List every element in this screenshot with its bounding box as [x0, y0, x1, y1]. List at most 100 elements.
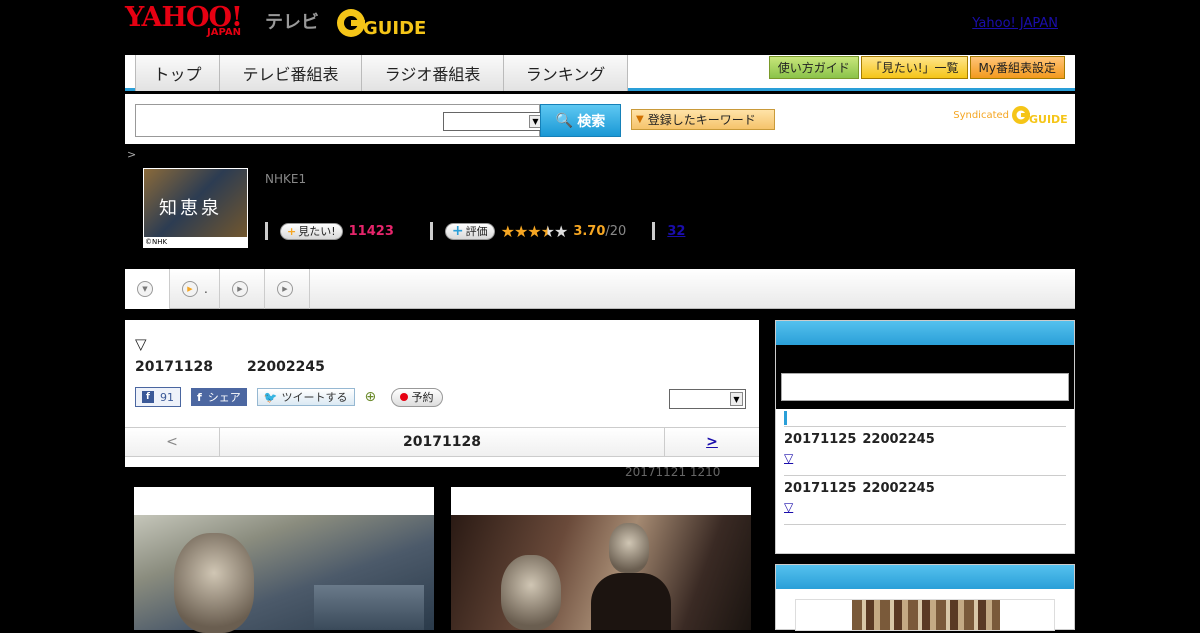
- nav-tab-ranking[interactable]: ランキング: [504, 55, 628, 91]
- content-tabs: ▼ ▶ . ▶ ▶: [125, 269, 1075, 309]
- search-input[interactable]: ▼: [135, 104, 545, 137]
- bookmark-add-icon[interactable]: ⊕: [365, 389, 381, 405]
- rate-button[interactable]: + 評価: [444, 222, 495, 240]
- my-listings-settings-button[interactable]: My番組表設定: [969, 56, 1065, 79]
- program-photo-2[interactable]: [451, 487, 751, 630]
- nav-tab-radio-listings[interactable]: ラジオ番組表: [362, 55, 504, 91]
- divider: [652, 222, 656, 240]
- actor-body: [591, 573, 671, 630]
- site-header: YAHOO! JAPAN テレビ GUIDE Yahoo! JAPAN: [125, 0, 1075, 52]
- want-button[interactable]: + 見たい!: [280, 222, 343, 240]
- tab-2[interactable]: ▶ .: [170, 269, 220, 309]
- facebook-icon: f: [197, 390, 202, 404]
- review-count-link[interactable]: 32: [667, 224, 685, 239]
- scene-inset: [314, 585, 424, 630]
- sidebar-header: [776, 565, 1074, 589]
- reserve-label: 予約: [411, 391, 434, 404]
- saved-keywords-label: 登録したキーワード: [647, 113, 756, 127]
- program-image: [134, 515, 434, 633]
- play-icon: ▶: [232, 281, 248, 297]
- sidebar-input[interactable]: [781, 373, 1069, 401]
- play-icon: ▶: [182, 281, 198, 297]
- item-link[interactable]: ▽: [784, 500, 1066, 514]
- channel-name: NHKE1: [265, 172, 307, 186]
- tweet-label: ツイートする: [281, 391, 348, 404]
- plus-icon: +: [287, 224, 297, 238]
- want-list-button[interactable]: 「見たい!」一覧: [860, 56, 968, 79]
- syndicated-label: Syndicated: [953, 109, 1009, 121]
- program-stats: + 見たい! 11423 + 評価 ★★★★★ 3.70 /20 32: [265, 220, 685, 242]
- tweet-button[interactable]: 🐦 ツイートする: [256, 388, 355, 406]
- twitter-bird-icon: 🐦: [263, 390, 278, 404]
- related-image[interactable]: [795, 599, 1055, 631]
- tab-4[interactable]: ▶: [265, 269, 310, 309]
- sidebar-related: [775, 564, 1075, 631]
- program-image: [451, 515, 751, 630]
- facebook-share-button[interactable]: f シェア: [191, 388, 247, 406]
- sidebar-header: [776, 321, 1074, 345]
- breadcrumb[interactable]: >: [127, 148, 136, 161]
- program-thumbnail: 知恵泉 ©NHK: [143, 168, 248, 248]
- item-link[interactable]: ▽: [784, 451, 1066, 465]
- recorder-select[interactable]: ▼: [669, 389, 746, 409]
- sidebar-broadcast-list: 20171125 22002245 ▽ 20171125 22002245 ▽: [775, 320, 1075, 554]
- thumbnail-copyright: ©NHK: [144, 237, 247, 247]
- search-button-label: 検索: [577, 113, 606, 130]
- global-nav: トップ テレビ番組表 ラジオ番組表 ランキング 使い方ガイド 「見たい!」一覧 …: [125, 55, 1075, 91]
- search-genre-select[interactable]: ▼: [443, 112, 545, 131]
- play-icon: ▶: [277, 281, 293, 297]
- facebook-share-label: シェア: [207, 391, 241, 404]
- svg-text:GUIDE: GUIDE: [363, 18, 426, 39]
- facebook-like-count: 91: [160, 390, 174, 404]
- actor-face: [609, 523, 649, 573]
- tab-2-label: .: [204, 282, 208, 296]
- list-item[interactable]: 20171125 22002245 ▽: [784, 475, 1066, 524]
- list-divider: [784, 524, 1066, 525]
- tab-1[interactable]: ▼: [125, 269, 170, 309]
- divider: [265, 222, 268, 240]
- search-icon: 🔍: [555, 112, 574, 129]
- item-time: 22002245: [862, 481, 935, 496]
- facebook-icon: f: [142, 391, 154, 403]
- program-photo-1[interactable]: [134, 487, 434, 633]
- plus-icon: +: [451, 223, 464, 239]
- svg-text:GUIDE: GUIDE: [1029, 113, 1067, 126]
- guide-button[interactable]: 使い方ガイド: [768, 56, 859, 79]
- rating-score: 3.70: [573, 223, 606, 239]
- nav-tab-tv-listings[interactable]: テレビ番組表: [220, 55, 362, 91]
- tv-logo-text[interactable]: テレビ: [265, 8, 319, 34]
- pager-prev[interactable]: <: [125, 428, 220, 456]
- search-button[interactable]: 🔍 検索: [540, 104, 621, 137]
- tab-3[interactable]: ▶: [220, 269, 265, 309]
- rating-stars: ★★★★★: [500, 221, 569, 241]
- reserve-button[interactable]: 予約: [390, 387, 443, 407]
- yahoo-japan-link[interactable]: Yahoo! JAPAN: [972, 16, 1058, 31]
- updated-timestamp: 20171121 1210: [625, 465, 721, 479]
- search-bar: ▼ 🔍 検索 ▼ 登録したキーワード Syndicated GUIDE: [125, 94, 1075, 144]
- list-item[interactable]: 20171125 22002245 ▽: [784, 426, 1066, 475]
- gguide-logo[interactable]: GUIDE: [335, 6, 431, 40]
- social-buttons: f 91 f シェア 🐦 ツイートする ⊕ 予約: [135, 387, 443, 407]
- chevron-down-icon: ▼: [730, 392, 743, 406]
- broadcast-panel: ▽ 20171128 22002245 f 91 f シェア 🐦 ツイートする ⊕…: [125, 320, 759, 467]
- yahoo-japan-logo-text: JAPAN: [207, 27, 241, 38]
- nav-tab-top[interactable]: トップ: [136, 55, 220, 91]
- section-marker: ▽: [135, 335, 147, 353]
- pager-next[interactable]: >: [664, 428, 759, 456]
- dropdown-triangle-icon: ▼: [636, 114, 644, 125]
- chevron-down-icon: ▼: [137, 281, 153, 297]
- portrait-face: [174, 533, 254, 633]
- pager-current-date: 20171128: [403, 434, 481, 450]
- broadcast-date: 20171128: [135, 359, 213, 375]
- portrait-face: [501, 555, 561, 630]
- record-dot-icon: [399, 393, 408, 401]
- facebook-like-button[interactable]: f 91: [135, 387, 181, 407]
- divider: [429, 222, 433, 240]
- saved-keywords-button[interactable]: ▼ 登録したキーワード: [631, 109, 775, 130]
- syndicated-gguide-logo: Syndicated GUIDE: [953, 104, 1067, 126]
- want-count: 11423: [348, 223, 394, 239]
- thumbnail-title: 知恵泉: [159, 198, 222, 219]
- rating-total: /20: [605, 223, 627, 239]
- date-pager: < 20171128 >: [125, 427, 759, 457]
- broadcast-datetime: 20171128 22002245: [135, 359, 325, 375]
